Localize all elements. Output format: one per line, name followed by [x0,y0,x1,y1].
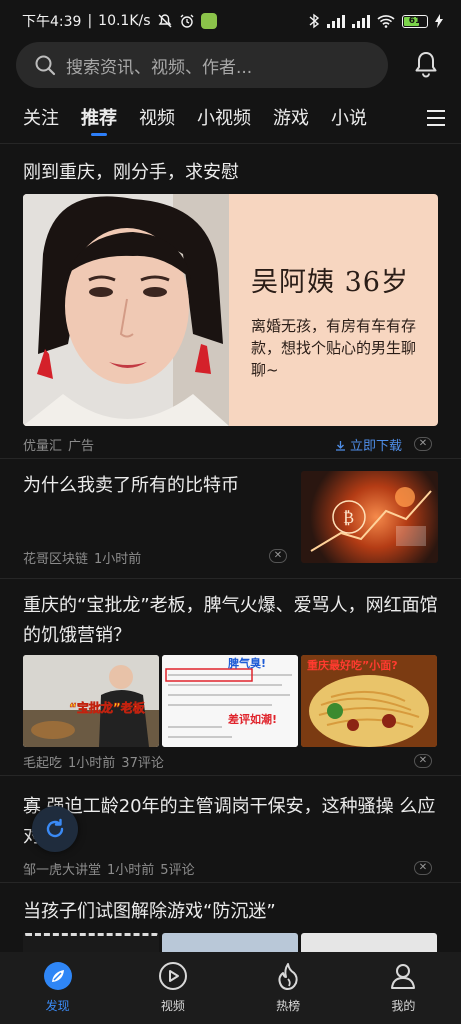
ad-portrait [23,194,229,426]
article-card[interactable]: 为什么我卖了所有的比特币 花哥区块链 1小时前 ₿ ✕ [0,459,461,579]
nav-discover[interactable]: 发现 [0,952,115,1024]
svg-text:₿: ₿ [343,508,354,527]
ad-description: 离婚无孩，有房有车有存款，想找个贴心的男生聊聊~ [251,317,417,379]
thumbnail-caption: 重庆最好吃”小面? [307,658,398,672]
flame-icon [278,963,298,990]
alarm-icon [180,14,194,28]
article-time: 1小时前 [68,755,116,771]
app-notification-icon [200,13,217,29]
thumbnail-caption: 脾气臭! [228,656,266,670]
download-button[interactable]: 立即下载 [335,435,408,454]
ad-source: 优量汇 [23,438,63,454]
article-card[interactable]: 当孩子们试图解除游戏“防沉迷” [0,883,461,952]
status-time: 下午4:39 [22,14,82,30]
ad-image[interactable]: 吴阿姨 36岁 离婚无孩，有房有车有存款，想找个贴心的男生聊聊~ [23,194,438,426]
download-icon [335,440,345,451]
bell-icon [415,52,437,78]
signal-icon-2 [352,14,370,28]
woman-portrait-image [23,194,229,426]
tab-games[interactable]: 游戏 [273,100,309,142]
nav-profile[interactable]: 我的 [346,952,461,1024]
bluetooth-icon [309,13,320,29]
ad-tag: 广告 [68,438,95,454]
thumbnail [162,933,298,952]
charging-icon [435,14,443,28]
article-title: 当孩子们试图解除游戏“防沉迷” [23,901,276,922]
article-title: 寡 强迫工龄20年的主管调岗干保安，这种骚操 么应对？ [23,796,436,847]
article-source: 毛起吃 [23,755,63,771]
nav-hot-list[interactable]: 热榜 [231,952,346,1024]
ad-text-panel: 吴阿姨 36岁 离婚无孩，有房有车有存款，想找个贴心的男生聊聊~ [229,194,438,426]
dismiss-button[interactable]: ✕ [269,549,287,563]
bitcoin-graphic: ₿ [310,487,432,552]
wifi-icon [377,15,395,28]
bottom-navigation: 发现 视频 热榜 我的 [0,952,461,1024]
tab-video[interactable]: 视频 [139,100,175,142]
channel-tabs: 关注 推荐 视频 小视频 游戏 小说 [0,100,461,142]
thumbnail-noodles: 重庆最好吃”小面? [301,655,437,747]
dismiss-button[interactable]: ✕ [414,437,432,451]
mute-icon [158,14,172,28]
refresh-button[interactable] [32,806,78,852]
search-placeholder: 搜索资讯、视频、作者... [66,57,253,78]
nav-video[interactable]: 视频 [115,952,230,1024]
article-title: 重庆的“宝批龙”老板，脾气火爆、爱骂人，网红面馆的饥饿营销？ [23,595,438,646]
thumbnail [301,933,437,952]
thumbnail [23,933,159,952]
dismiss-button[interactable]: ✕ [414,754,432,768]
article-time: 1小时前 [94,551,142,567]
refresh-icon [46,818,64,838]
article-source: 邹一虎大讲堂 [23,862,102,878]
thumbnail-reviews: 脾气臭! 差评如潮! [162,655,298,747]
tab-recommend[interactable]: 推荐 [81,100,117,142]
person-icon [391,964,416,989]
article-comments: 37评论 [121,755,164,771]
status-bar: 下午4:39 | 10.1K/s 61 [0,0,461,42]
thumbnail-caption: 差评如潮! [228,712,277,726]
channel-menu-button[interactable] [427,110,445,126]
play-icon [158,962,187,990]
article-comments: 5评论 [160,862,195,878]
article-meta: 邹一虎大讲堂 1小时前 5评论 ✕ [23,854,438,882]
tab-follow[interactable]: 关注 [23,100,59,142]
thumbnail-caption: “宝批龙”老板 [69,700,146,715]
thumbnail-kitchen: “宝批龙”老板 [23,655,159,747]
article-meta: 花哥区块链 1小时前 [23,543,283,571]
bitcoin-thumbnail: ₿ [301,471,438,563]
article-thumbnails [23,933,438,952]
article-thumbnails: “宝批龙”老板 脾气臭! 差评如潮! 重庆最好吃”小面? [23,655,438,747]
signal-icon [327,14,345,28]
battery-icon: 61 [402,14,428,28]
ad-card[interactable]: 刚到重庆，刚分手，求安慰 吴阿姨 36岁 离婚无孩，有房有车有存款，想找个贴心的… [0,144,461,459]
discover-icon [43,962,72,990]
tab-novels[interactable]: 小说 [331,100,367,142]
article-title: 为什么我卖了所有的比特币 [23,475,239,496]
article-meta: 毛起吃 1小时前 37评论 ✕ [23,747,438,775]
search-icon [35,55,56,76]
network-speed: 10.1K/s [98,13,151,29]
ad-title: 刚到重庆，刚分手，求安慰 [23,162,239,183]
tab-short-video[interactable]: 小视频 [197,100,251,142]
article-source: 花哥区块链 [23,551,89,567]
article-time: 1小时前 [107,862,155,878]
search-input[interactable]: 搜索资讯、视频、作者... [16,42,388,88]
dismiss-button[interactable]: ✕ [414,861,432,875]
notification-button[interactable] [410,48,442,80]
ad-name-age: 吴阿姨 36岁 [251,267,409,298]
ad-meta: 优量汇 广告 立即下载 ✕ [23,430,438,458]
article-card[interactable]: 重庆的“宝批龙”老板，脾气火爆、爱骂人，网红面馆的饥饿营销？ “宝批龙”老板 脾… [0,579,461,776]
